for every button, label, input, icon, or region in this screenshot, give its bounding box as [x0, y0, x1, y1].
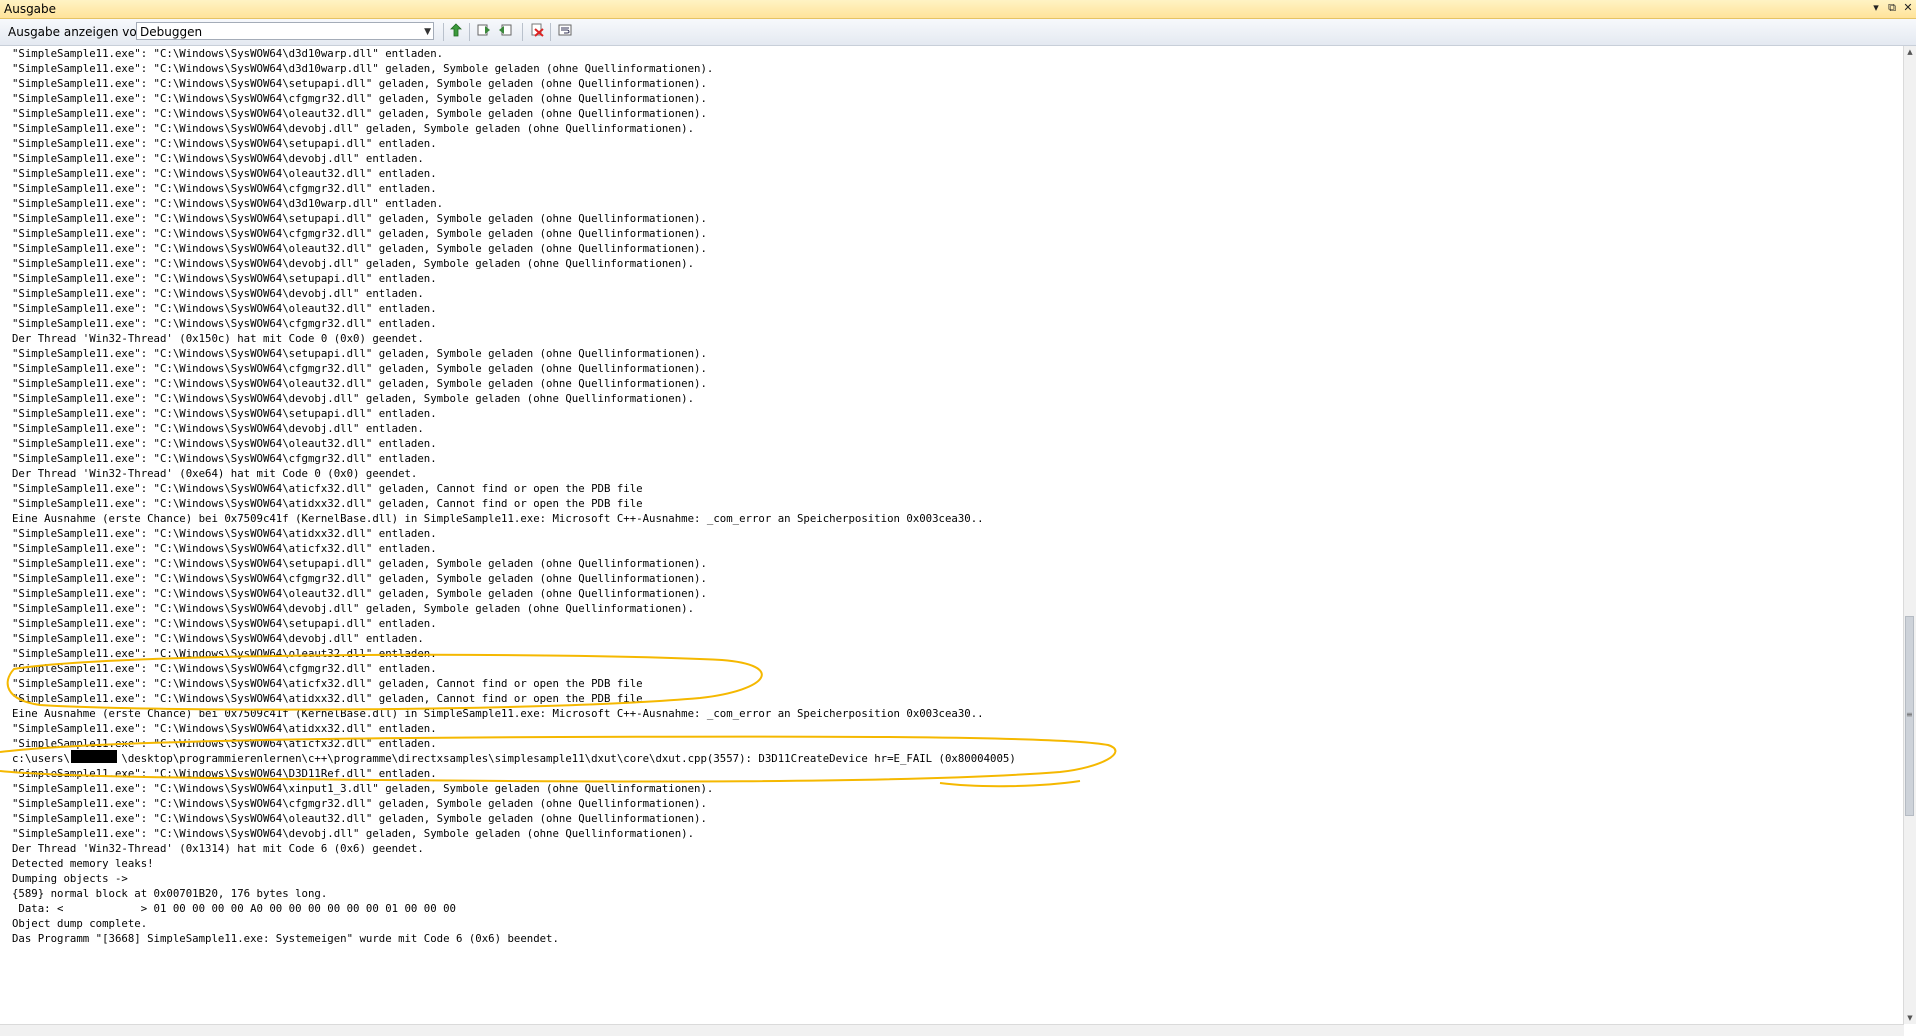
output-line: Detected memory leaks!: [12, 857, 154, 870]
output-pane-titlebar: Ausgabe ▾ ⧉ ✕: [0, 0, 1916, 19]
output-line: "SimpleSample11.exe": "C:\Windows\SysWOW…: [12, 527, 437, 540]
output-line: "SimpleSample11.exe": "C:\Windows\SysWOW…: [12, 797, 707, 810]
output-line: "SimpleSample11.exe": "C:\Windows\SysWOW…: [12, 572, 707, 585]
output-line: Eine Ausnahme (erste Chance) bei 0x7509c…: [12, 707, 984, 720]
redacted-username: [71, 750, 117, 763]
output-line: "SimpleSample11.exe": "C:\Windows\SysWOW…: [12, 47, 444, 60]
output-line: "SimpleSample11.exe": "C:\Windows\SysWOW…: [12, 287, 424, 300]
output-line: "SimpleSample11.exe": "C:\Windows\SysWOW…: [12, 587, 707, 600]
output-line: "SimpleSample11.exe": "C:\Windows\SysWOW…: [12, 122, 695, 135]
show-output-from-label: Ausgabe anzeigen von:: [8, 25, 149, 39]
next-message-icon[interactable]: [496, 23, 514, 40]
toolbar-separator: [443, 23, 444, 41]
dropdown-icon[interactable]: ▾: [1870, 1, 1882, 15]
output-line: "SimpleSample11.exe": "C:\Windows\SysWOW…: [12, 422, 424, 435]
output-line: "SimpleSample11.exe": "C:\Windows\SysWOW…: [12, 137, 437, 150]
toolbar-separator: [469, 23, 470, 41]
clear-all-icon[interactable]: [528, 23, 546, 40]
output-line: "SimpleSample11.exe": "C:\Windows\SysWOW…: [12, 377, 707, 390]
close-icon[interactable]: ✕: [1902, 1, 1914, 15]
output-line: "SimpleSample11.exe": "C:\Windows\SysWOW…: [12, 812, 707, 825]
output-line: "SimpleSample11.exe": "C:\Windows\SysWOW…: [12, 722, 437, 735]
pane-controls: ▾ ⧉ ✕: [1870, 1, 1914, 15]
output-line: "SimpleSample11.exe": "C:\Windows\SysWOW…: [12, 407, 437, 420]
scrollbar-grip-icon: ≡: [1906, 710, 1913, 719]
output-line: Dumping objects ->: [12, 872, 128, 885]
output-line: "SimpleSample11.exe": "C:\Windows\SysWOW…: [12, 782, 714, 795]
output-toolbar: Ausgabe anzeigen von: Debuggen ▼: [0, 19, 1916, 46]
output-line: "SimpleSample11.exe": "C:\Windows\SysWOW…: [12, 152, 424, 165]
output-line: "SimpleSample11.exe": "C:\Windows\SysWOW…: [12, 737, 437, 750]
horizontal-scrollbar[interactable]: [0, 1024, 1904, 1036]
toolbar-separator: [550, 23, 551, 41]
output-line: "SimpleSample11.exe": "C:\Windows\SysWOW…: [12, 182, 437, 195]
output-line: "SimpleSample11.exe": "C:\Windows\SysWOW…: [12, 347, 707, 360]
output-line: "SimpleSample11.exe": "C:\Windows\SysWOW…: [12, 242, 707, 255]
output-line: Object dump complete.: [12, 917, 148, 930]
output-line: "SimpleSample11.exe": "C:\Windows\SysWOW…: [12, 647, 437, 660]
scroll-up-icon[interactable]: ▲: [1904, 46, 1916, 58]
output-line: "SimpleSample11.exe": "C:\Windows\SysWOW…: [12, 362, 707, 375]
output-line: Der Thread 'Win32-Thread' (0x1314) hat m…: [12, 842, 424, 855]
output-line: "SimpleSample11.exe": "C:\Windows\SysWOW…: [12, 92, 707, 105]
output-line: "SimpleSample11.exe": "C:\Windows\SysWOW…: [12, 272, 437, 285]
output-source-value: Debuggen: [140, 25, 203, 39]
output-line: "SimpleSample11.exe": "C:\Windows\SysWOW…: [12, 497, 643, 510]
output-line: Das Programm "[3668] SimpleSample11.exe:…: [12, 932, 559, 945]
goto-code-icon[interactable]: [447, 23, 465, 40]
output-line: c:\users\ \desktop\programmierenlernen\c…: [12, 752, 1016, 765]
output-line: Der Thread 'Win32-Thread' (0xe64) hat mi…: [12, 467, 418, 480]
output-line: "SimpleSample11.exe": "C:\Windows\SysWOW…: [12, 677, 643, 690]
output-line: Der Thread 'Win32-Thread' (0x150c) hat m…: [12, 332, 424, 345]
vertical-scrollbar[interactable]: ▲ ≡ ▼: [1903, 46, 1916, 1024]
pane-title: Ausgabe: [4, 2, 57, 16]
toolbar-separator: [522, 23, 523, 41]
output-line: "SimpleSample11.exe": "C:\Windows\SysWOW…: [12, 227, 707, 240]
output-line: "SimpleSample11.exe": "C:\Windows\SysWOW…: [12, 257, 695, 270]
output-line: "SimpleSample11.exe": "C:\Windows\SysWOW…: [12, 197, 444, 210]
output-line: "SimpleSample11.exe": "C:\Windows\SysWOW…: [12, 662, 437, 675]
output-line: "SimpleSample11.exe": "C:\Windows\SysWOW…: [12, 692, 643, 705]
output-line: "SimpleSample11.exe": "C:\Windows\SysWOW…: [12, 77, 707, 90]
output-line: "SimpleSample11.exe": "C:\Windows\SysWOW…: [12, 617, 437, 630]
output-line: "SimpleSample11.exe": "C:\Windows\SysWOW…: [12, 632, 424, 645]
word-wrap-icon[interactable]: [556, 23, 574, 40]
output-line: "SimpleSample11.exe": "C:\Windows\SysWOW…: [12, 392, 695, 405]
output-text-area[interactable]: "SimpleSample11.exe": "C:\Windows\SysWOW…: [0, 46, 1904, 1024]
output-line: "SimpleSample11.exe": "C:\Windows\SysWOW…: [12, 602, 695, 615]
output-line: Eine Ausnahme (erste Chance) bei 0x7509c…: [12, 512, 984, 525]
output-line: "SimpleSample11.exe": "C:\Windows\SysWOW…: [12, 767, 437, 780]
output-line: "SimpleSample11.exe": "C:\Windows\SysWOW…: [12, 107, 707, 120]
scroll-down-icon[interactable]: ▼: [1904, 1012, 1916, 1024]
output-line: "SimpleSample11.exe": "C:\Windows\SysWOW…: [12, 62, 714, 75]
prev-message-icon[interactable]: [475, 23, 493, 40]
output-line: "SimpleSample11.exe": "C:\Windows\SysWOW…: [12, 452, 437, 465]
output-line: {589} normal block at 0x00701B20, 176 by…: [12, 887, 328, 900]
output-line: "SimpleSample11.exe": "C:\Windows\SysWOW…: [12, 317, 437, 330]
chevron-down-icon: ▼: [424, 27, 431, 37]
output-line: "SimpleSample11.exe": "C:\Windows\SysWOW…: [12, 557, 707, 570]
output-line: "SimpleSample11.exe": "C:\Windows\SysWOW…: [12, 482, 643, 495]
output-line: "SimpleSample11.exe": "C:\Windows\SysWOW…: [12, 542, 437, 555]
float-window-icon[interactable]: ⧉: [1886, 1, 1898, 15]
output-line: "SimpleSample11.exe": "C:\Windows\SysWOW…: [12, 827, 695, 840]
output-line: "SimpleSample11.exe": "C:\Windows\SysWOW…: [12, 212, 707, 225]
output-line: Data: < > 01 00 00 00 00 A0 00 00 00 00 …: [12, 902, 456, 915]
output-line: "SimpleSample11.exe": "C:\Windows\SysWOW…: [12, 167, 437, 180]
output-line: "SimpleSample11.exe": "C:\Windows\SysWOW…: [12, 302, 437, 315]
output-source-select[interactable]: Debuggen ▼: [136, 22, 434, 40]
output-line: "SimpleSample11.exe": "C:\Windows\SysWOW…: [12, 437, 437, 450]
